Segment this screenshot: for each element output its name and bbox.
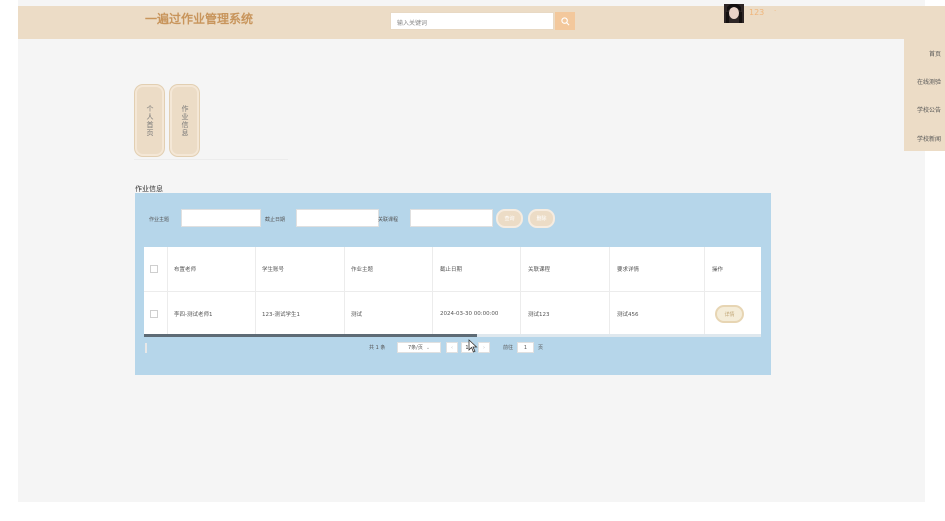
goto-page-input[interactable]: 1 xyxy=(517,342,534,353)
cell-course: 测试123 xyxy=(528,312,550,318)
delete-button[interactable]: 删除 xyxy=(528,209,555,228)
page-size-value: 7条/页 xyxy=(407,345,423,351)
nav-item-school-notice[interactable]: 学校公告 xyxy=(917,105,941,114)
column-header[interactable]: 学生账号 xyxy=(262,247,284,291)
search-button[interactable] xyxy=(555,12,575,30)
cell-requirements: 测试456 xyxy=(617,312,639,318)
column-divider xyxy=(344,292,345,336)
page-unit-label: 页 xyxy=(538,345,544,351)
homework-panel: 作业主题 截止日期 关联课程 查询 删除 布置老师 学生账号 作业主题 截止日期… xyxy=(135,193,771,375)
search-input[interactable]: 输入关键词 xyxy=(390,12,554,30)
column-header[interactable]: 要求详情 xyxy=(617,247,639,291)
column-divider xyxy=(609,247,610,291)
column-header[interactable]: 关联课程 xyxy=(528,247,550,291)
deadline-input[interactable] xyxy=(296,209,379,227)
column-header[interactable]: 作业主题 xyxy=(351,247,373,291)
column-divider xyxy=(344,247,345,291)
cell-student: 123-测试学生1 xyxy=(262,312,300,318)
brand-title: 一遍过作业管理系统 xyxy=(145,12,254,26)
column-header[interactable]: 布置老师 xyxy=(174,247,196,291)
row-checkbox[interactable] xyxy=(150,310,158,318)
course-input[interactable] xyxy=(410,209,493,227)
cell-deadline: 2024-03-30 00:00:00 xyxy=(440,311,499,317)
column-header[interactable]: 截止日期 xyxy=(440,247,462,291)
select-all-cell[interactable] xyxy=(150,247,158,291)
column-divider xyxy=(255,247,256,291)
prev-page-button[interactable]: ‹ xyxy=(446,342,458,353)
search-query-button[interactable]: 查询 xyxy=(496,209,523,228)
search-icon xyxy=(560,16,569,25)
table-left-edge xyxy=(145,343,147,353)
column-divider xyxy=(167,292,168,336)
nav-item-online-quiz[interactable]: 在线测验 xyxy=(917,77,941,86)
avatar-image-icon xyxy=(724,4,744,23)
cell-subject: 测试 xyxy=(351,312,363,318)
divider xyxy=(134,159,288,160)
nav-item-school-news[interactable]: 学校新闻 xyxy=(917,134,941,143)
chevron-down-icon: ⌄ xyxy=(425,344,431,351)
course-label: 关联课程 xyxy=(378,217,399,223)
personal-home-button[interactable]: 个人首页 xyxy=(135,85,164,156)
horizontal-scrollbar[interactable] xyxy=(144,334,761,337)
select-all-checkbox[interactable] xyxy=(150,265,158,273)
column-divider xyxy=(432,247,433,291)
goto-label: 前往 xyxy=(503,345,514,351)
column-divider xyxy=(704,247,705,291)
column-divider xyxy=(520,247,521,291)
side-nav: 首页 在线测验 学校公告 学校新闻 xyxy=(904,39,945,151)
column-divider xyxy=(609,292,610,336)
homework-info-button[interactable]: 作业信息 xyxy=(170,85,199,156)
subject-input[interactable] xyxy=(181,209,261,227)
page-size-select[interactable]: 7条/页 ⌄ xyxy=(397,342,441,353)
column-divider xyxy=(167,247,168,291)
mouse-cursor-icon xyxy=(468,339,478,353)
pagination-total: 共 1 条 xyxy=(369,345,386,351)
avatar[interactable] xyxy=(724,4,744,23)
column-divider xyxy=(255,292,256,336)
next-page-button[interactable]: › xyxy=(478,342,490,353)
column-divider xyxy=(432,292,433,336)
username[interactable]: 123 xyxy=(749,8,764,17)
subject-label: 作业主题 xyxy=(149,217,170,223)
table-row: 李四-测试老师1 123-测试学生1 测试 2024-03-30 00:00:0… xyxy=(144,292,761,337)
column-divider xyxy=(704,292,705,336)
table-header-row: 布置老师 学生账号 作业主题 截止日期 关联课程 要求详情 操作 xyxy=(144,247,761,292)
nav-item-home[interactable]: 首页 xyxy=(929,49,941,58)
deadline-label: 截止日期 xyxy=(265,217,286,223)
scrollbar-thumb[interactable] xyxy=(144,334,477,337)
homework-table: 布置老师 学生账号 作业主题 截止日期 关联课程 要求详情 操作 李四-测试老师… xyxy=(144,247,761,337)
detail-button[interactable]: 详情 xyxy=(715,305,744,323)
user-menu-caret[interactable]: · xyxy=(774,7,776,15)
column-header: 操作 xyxy=(712,267,724,273)
cell-teacher: 李四-测试老师1 xyxy=(174,312,213,318)
column-divider xyxy=(520,292,521,336)
row-select-cell[interactable] xyxy=(150,292,158,336)
action-cell: 详情 xyxy=(715,292,744,336)
